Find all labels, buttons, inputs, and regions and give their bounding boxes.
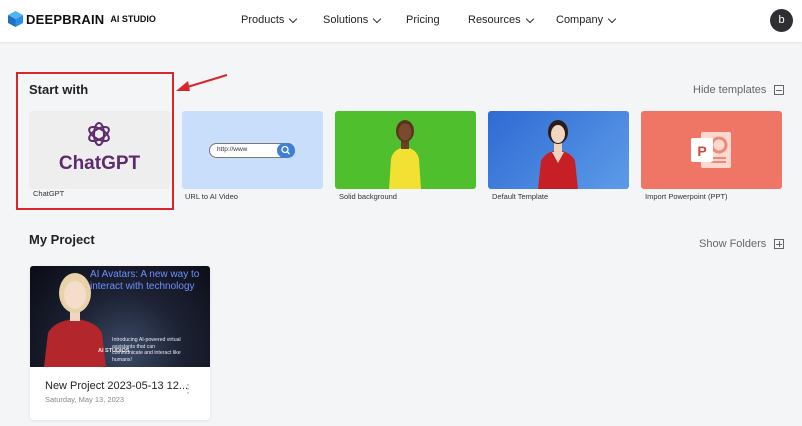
project-card[interactable]: AI Avatars: A new way to interact with t… bbox=[30, 266, 210, 420]
collapse-icon bbox=[774, 85, 785, 95]
template-label-import-ppt: Import Powerpoint (PPT) bbox=[645, 192, 728, 201]
template-card-url-to-video[interactable]: http://www bbox=[182, 111, 323, 189]
user-avatar[interactable]: b bbox=[770, 9, 793, 32]
nav-company[interactable]: Company bbox=[556, 14, 617, 26]
nav-solutions[interactable]: Solutions bbox=[323, 14, 382, 26]
deepbrain-cube-icon bbox=[8, 11, 23, 27]
brand-subtitle: AI STUDIO bbox=[110, 14, 156, 24]
nav-resources[interactable]: Resources bbox=[468, 14, 534, 26]
template-card-default-template[interactable] bbox=[488, 111, 629, 189]
nav-products-label: Products bbox=[241, 14, 285, 26]
nav-pricing[interactable]: Pricing bbox=[406, 14, 440, 26]
brand-logo[interactable]: DEEPBRAIN AI STUDIO bbox=[8, 11, 156, 27]
search-icon bbox=[277, 143, 295, 158]
template-card-import-ppt[interactable]: P bbox=[641, 111, 782, 189]
show-folders-label: Show Folders bbox=[699, 238, 767, 250]
chevron-down-icon bbox=[289, 14, 298, 23]
avatar-presenter-image bbox=[538, 120, 578, 189]
top-navigation-bar: DEEPBRAIN AI STUDIO Products Solutions P… bbox=[0, 0, 802, 42]
annotation-arrow-icon bbox=[176, 73, 228, 91]
more-options-icon[interactable]: · · · bbox=[186, 378, 190, 398]
my-project-title: My Project bbox=[29, 232, 95, 247]
annotation-highlight-box bbox=[16, 72, 174, 210]
project-name[interactable]: New Project 2023-05-13 12... bbox=[45, 380, 188, 392]
avatar-presenter-image bbox=[389, 120, 421, 189]
hide-templates-button[interactable]: Hide templates bbox=[693, 84, 785, 96]
nav-solutions-label: Solutions bbox=[323, 14, 369, 26]
thumbnail-headline: AI Avatars: A new way to interact with t… bbox=[90, 269, 200, 292]
brand-name: DEEPBRAIN bbox=[26, 11, 105, 27]
url-search-text: http://www bbox=[217, 146, 248, 153]
thumbnail-watermark: AI STUDIOS bbox=[98, 348, 130, 354]
nav-company-label: Company bbox=[556, 14, 604, 26]
template-card-solid-background[interactable] bbox=[335, 111, 476, 189]
project-date: Saturday, May 13, 2023 bbox=[45, 395, 125, 404]
template-label-default-template: Default Template bbox=[492, 192, 549, 201]
show-folders-button[interactable]: Show Folders bbox=[699, 238, 785, 250]
hide-templates-label: Hide templates bbox=[693, 84, 767, 96]
url-search-bar: http://www bbox=[209, 143, 295, 158]
svg-text:P: P bbox=[697, 143, 706, 159]
expand-icon bbox=[774, 239, 785, 249]
nav-products[interactable]: Products bbox=[241, 14, 298, 26]
chevron-down-icon bbox=[525, 14, 534, 23]
nav-pricing-label: Pricing bbox=[406, 14, 440, 26]
powerpoint-icon: P bbox=[691, 132, 731, 168]
template-label-url-to-video: URL to AI Video bbox=[185, 192, 238, 201]
template-label-solid-background: Solid background bbox=[339, 192, 397, 201]
project-thumbnail[interactable]: AI Avatars: A new way to interact with t… bbox=[30, 266, 210, 367]
nav-resources-label: Resources bbox=[468, 14, 521, 26]
chevron-down-icon bbox=[607, 14, 617, 23]
chevron-down-icon bbox=[373, 14, 382, 23]
